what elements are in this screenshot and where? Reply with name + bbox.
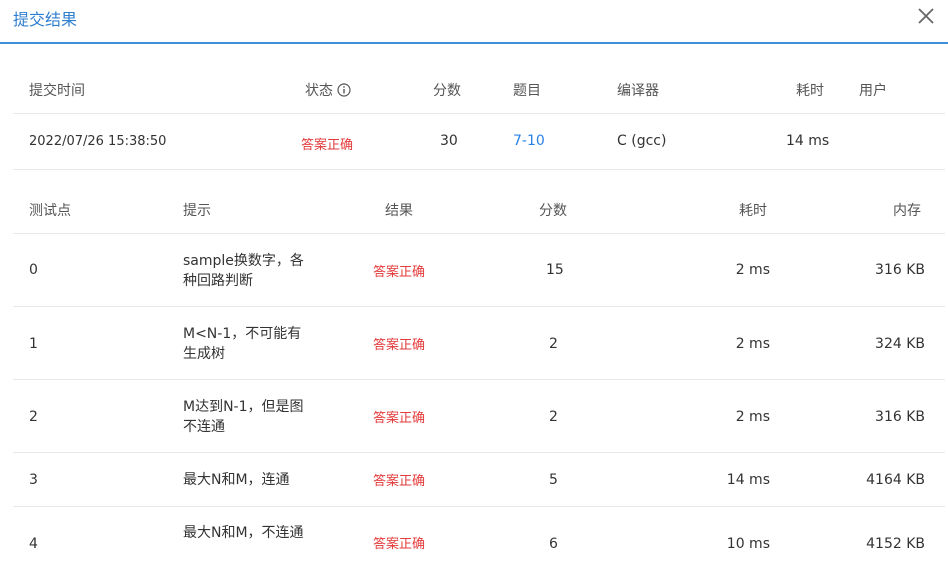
header-hint: 提示	[183, 203, 211, 219]
table-row: 3 最大N和M，连通 答案正确 5 14 ms 4164 KB	[13, 453, 945, 507]
header-memory: 内存	[893, 203, 921, 219]
header-compiler: 编译器	[617, 83, 659, 99]
summary-header-row: 提交时间 状态 分数 题目 编译器 耗时 用户	[13, 62, 945, 114]
case-duration: 2 ms	[735, 409, 770, 425]
case-id: 2	[29, 409, 38, 425]
case-id: 1	[29, 336, 38, 352]
case-score: 5	[549, 472, 558, 488]
case-id: 3	[29, 472, 38, 488]
table-row: 2 M达到N-1，但是图不连通 答案正确 2 2 ms 316 KB	[13, 380, 945, 453]
case-hint: M<N-1，不可能有生成树	[183, 326, 302, 362]
cases-header-row: 测试点 提示 结果 分数 耗时 内存	[13, 182, 945, 234]
table-row: 4 最大N和M，不连通 答案正确 6 10 ms 4152 KB	[13, 507, 945, 573]
table-row: 1 M<N-1，不可能有生成树 答案正确 2 2 ms 324 KB	[13, 307, 945, 380]
case-score: 2	[549, 409, 558, 425]
case-result: 答案正确	[373, 338, 426, 353]
case-result: 答案正确	[373, 537, 426, 552]
submit-time: 2022/07/26 15:38:50	[29, 134, 167, 149]
header-duration: 耗时	[796, 83, 824, 99]
header-problem: 题目	[513, 83, 541, 99]
case-hint: 最大N和M，不连通	[183, 525, 304, 541]
close-icon[interactable]	[916, 6, 936, 26]
header-status: 状态	[305, 80, 351, 101]
table-row: 0 sample换数字，各种回路判断 答案正确 15 2 ms 316 KB	[13, 234, 945, 307]
dialog-title: 提交结果	[13, 10, 78, 29]
header-case-id: 测试点	[29, 203, 71, 219]
case-memory: 4152 KB	[866, 536, 925, 552]
case-hint: 最大N和M，连通	[183, 472, 290, 488]
case-score: 2	[549, 336, 558, 352]
case-id: 4	[29, 536, 38, 552]
case-memory: 324 KB	[875, 336, 925, 352]
total-duration: 14 ms	[786, 133, 830, 149]
case-score: 15	[546, 262, 564, 278]
case-hint: M达到N-1，但是图不连通	[183, 399, 304, 435]
header-result: 结果	[385, 203, 413, 219]
case-duration: 2 ms	[735, 262, 770, 278]
total-score: 30	[440, 133, 458, 149]
case-id: 0	[29, 262, 38, 278]
dialog-header: 提交结果	[0, 0, 948, 44]
case-memory: 316 KB	[875, 409, 925, 425]
header-submit-time: 提交时间	[29, 83, 85, 99]
summary-row: 2022/07/26 15:38:50 答案正确 30 7-10 C (gcc)…	[13, 114, 945, 170]
case-memory: 4164 KB	[866, 472, 925, 488]
case-duration: 2 ms	[735, 336, 770, 352]
problem-link[interactable]: 7-10	[513, 133, 545, 149]
case-duration: 14 ms	[726, 472, 770, 488]
compiler: C (gcc)	[617, 133, 667, 149]
header-user: 用户	[859, 83, 887, 99]
case-result: 答案正确	[373, 474, 426, 489]
info-icon[interactable]	[337, 83, 351, 101]
header-case-score: 分数	[539, 203, 567, 219]
case-memory: 316 KB	[875, 262, 925, 278]
case-duration: 10 ms	[726, 536, 770, 552]
header-status-label: 状态	[305, 83, 333, 99]
case-score: 6	[549, 536, 558, 552]
case-result: 答案正确	[373, 265, 426, 280]
header-score: 分数	[433, 83, 461, 99]
header-case-duration: 耗时	[739, 203, 767, 219]
status-badge: 答案正确	[301, 138, 354, 153]
case-result: 答案正确	[373, 411, 426, 426]
case-hint: sample换数字，各种回路判断	[183, 253, 304, 289]
